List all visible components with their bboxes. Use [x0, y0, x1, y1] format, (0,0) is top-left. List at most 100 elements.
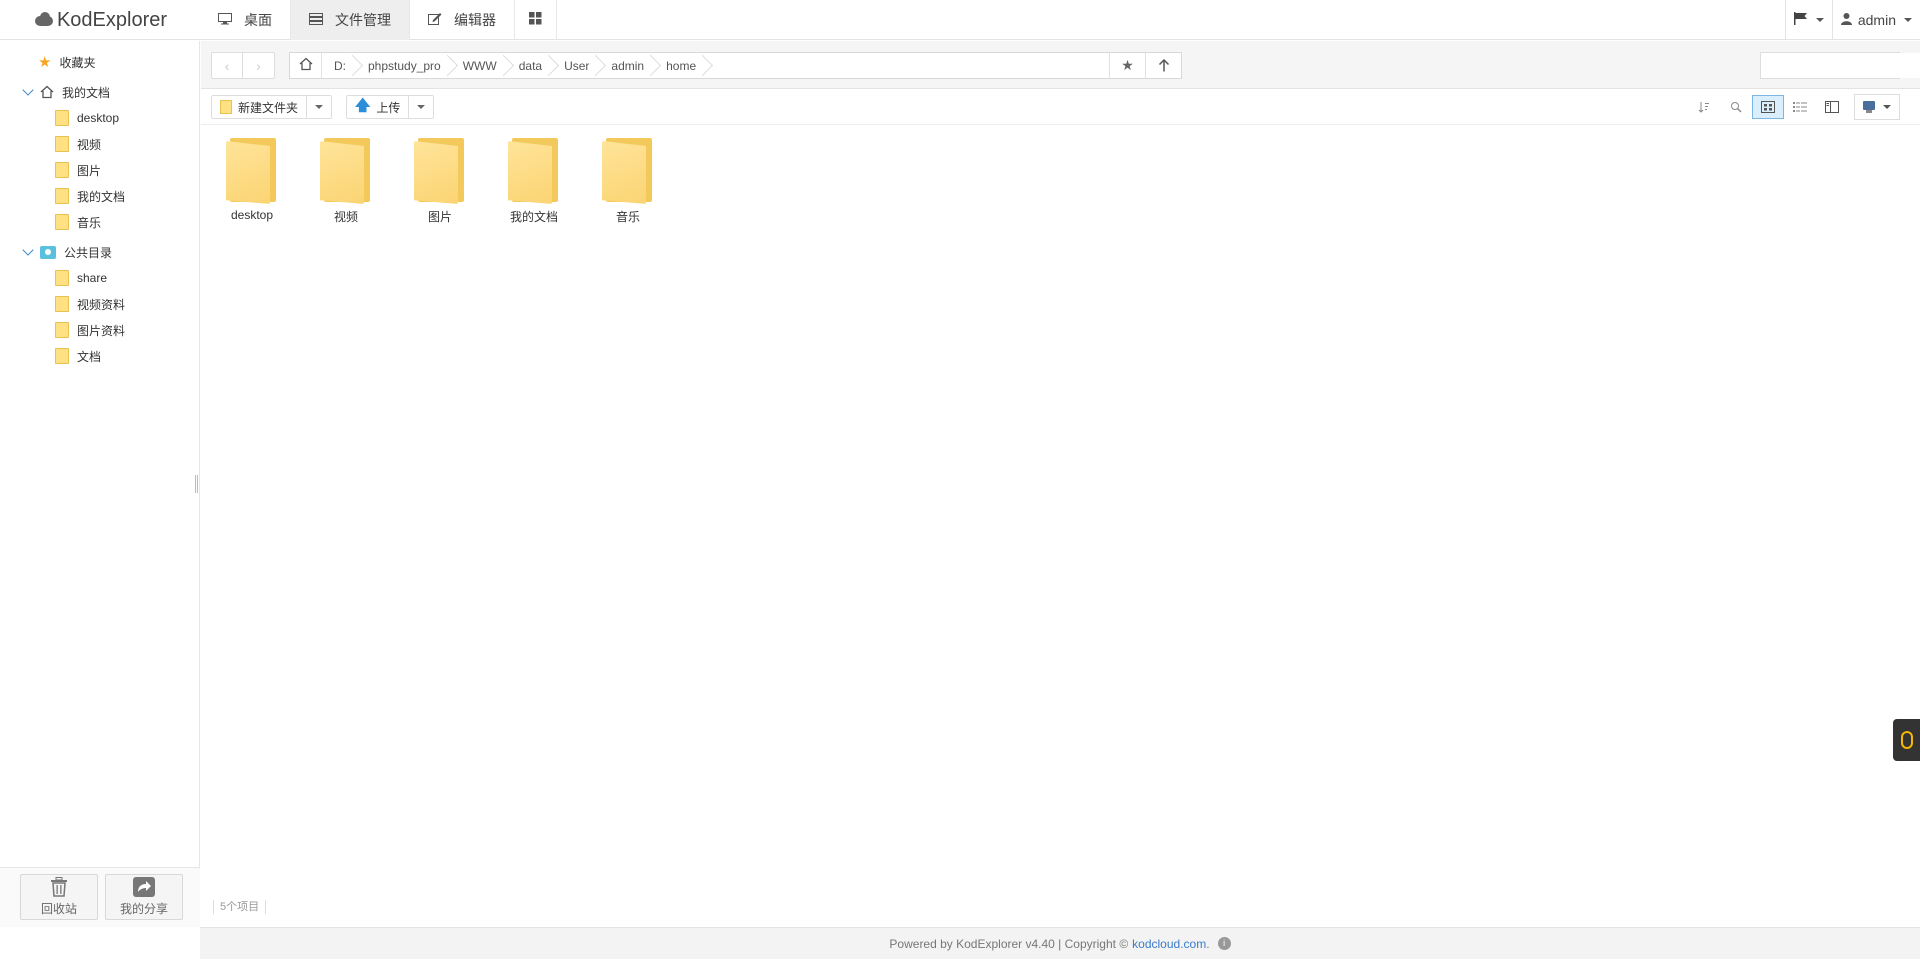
sidebar-item-label: 视频 — [77, 137, 102, 152]
sort-button[interactable] — [1688, 95, 1720, 119]
sidebar-item-video-materials[interactable]: 视频资料 — [55, 291, 125, 317]
file-name: 图片 — [427, 210, 452, 224]
file-name: desktop — [230, 208, 274, 222]
sidebar-item-label: 收藏夹 — [59, 55, 96, 70]
home-button[interactable] — [290, 53, 322, 78]
grid-icon — [529, 12, 542, 28]
file-item-documents[interactable]: 我的文档 — [491, 134, 577, 230]
new-folder-button[interactable]: 新建文件夹 — [212, 96, 308, 118]
icon-view-button[interactable] — [1752, 95, 1784, 119]
home-icon — [40, 85, 54, 99]
public-folder-icon — [40, 245, 56, 259]
sidebar-item-docs[interactable]: 文档 — [55, 343, 101, 369]
theme-button[interactable] — [1855, 95, 1899, 119]
chevron-down-icon[interactable] — [22, 84, 34, 96]
breadcrumb-item[interactable]: home — [654, 53, 706, 78]
address-bar[interactable]: D: phpstudy_pro WWW data User admin home… — [289, 52, 1182, 79]
folder-icon — [414, 138, 466, 204]
sidebar-item-label: 文档 — [77, 349, 102, 364]
nav-file-manager-label: 文件管理 — [335, 12, 391, 28]
sidebar-item-video[interactable]: 视频 — [55, 131, 101, 157]
breadcrumb-item[interactable]: D: — [322, 53, 356, 78]
upload-dropdown[interactable] — [409, 96, 433, 118]
sidebar-item-my-docs[interactable]: 我的文档 — [22, 79, 110, 105]
list-view-button[interactable] — [1784, 95, 1816, 119]
breadcrumb-item[interactable]: User — [552, 53, 599, 78]
theme-icon — [1863, 101, 1875, 113]
footer-text: Powered by KodExplorer v4.40 | Copyright… — [889, 936, 1129, 951]
chevron-down-icon — [315, 105, 324, 109]
up-directory-button[interactable] — [1145, 53, 1181, 78]
monitor-icon — [218, 12, 232, 28]
sidebar-item-desktop[interactable]: desktop — [55, 105, 119, 131]
footer-suffix: . — [1206, 936, 1210, 951]
list-view-icon — [1793, 102, 1807, 112]
forward-button[interactable]: › — [243, 53, 274, 78]
zoom-icon — [1731, 102, 1742, 113]
recycle-bin-button[interactable]: 回收站 — [20, 874, 98, 920]
share-icon — [133, 877, 155, 900]
sidebar-item-public[interactable]: 公共目录 — [22, 239, 112, 265]
folder-icon — [55, 348, 69, 364]
sidebar-item-share[interactable]: share — [55, 265, 107, 291]
sidebar-resize-handle[interactable] — [195, 475, 198, 493]
theme-selector — [1854, 94, 1900, 120]
new-folder-group: 新建文件夹 — [211, 95, 333, 119]
file-item-desktop[interactable]: desktop — [209, 134, 295, 230]
top-right-menu: admin — [1784, 0, 1920, 40]
sidebar-item-favorites[interactable]: ★ 收藏夹 — [38, 49, 95, 75]
nav-editor-label: 编辑器 — [454, 12, 496, 28]
file-item-music[interactable]: 音乐 — [585, 134, 671, 230]
footer-link[interactable]: kodcloud.com — [1132, 937, 1206, 951]
breadcrumb-item[interactable]: WWW — [451, 53, 507, 78]
nav-file-manager[interactable]: 文件管理 — [291, 0, 410, 40]
folder-icon — [55, 162, 69, 178]
star-icon: ★ — [38, 54, 52, 71]
folder-icon — [602, 138, 654, 204]
arrow-up-icon — [1158, 59, 1169, 72]
new-folder-label: 新建文件夹 — [238, 100, 299, 115]
language-menu[interactable] — [1784, 0, 1832, 40]
info-icon[interactable]: i — [1217, 937, 1231, 950]
folder-icon — [55, 110, 69, 126]
sidebar-item-label: 图片 — [77, 163, 102, 178]
breadcrumb-item[interactable]: data — [507, 53, 552, 78]
split-view-button[interactable] — [1816, 95, 1848, 119]
new-folder-dropdown[interactable] — [307, 96, 331, 118]
chevron-down-icon[interactable] — [22, 244, 34, 256]
user-menu[interactable]: admin — [1831, 0, 1920, 40]
top-bar: KodExplorer 桌面 文件管理 编辑器 admin — [0, 0, 1920, 40]
nav-editor[interactable]: 编辑器 — [410, 0, 515, 40]
file-item-video[interactable]: 视频 — [303, 134, 389, 230]
folder-icon — [55, 270, 69, 286]
upload-button[interactable]: 🡅 上传 — [347, 96, 410, 118]
sidebar-item-pictures[interactable]: 图片 — [55, 157, 101, 183]
folder-icon — [220, 100, 232, 114]
sidebar-item-label: 图片资料 — [77, 323, 126, 338]
file-item-pictures[interactable]: 图片 — [397, 134, 483, 230]
sidebar: ★ 收藏夹 我的文档 desktop 视频 图片 我的文档 音乐 公共目录 sh… — [0, 41, 200, 927]
zoom-button[interactable] — [1720, 95, 1752, 119]
side-panel-handle[interactable] — [1893, 719, 1920, 761]
sidebar-item-label: 我的文档 — [77, 189, 126, 204]
address-actions: ★ — [1109, 53, 1181, 78]
trash-icon — [50, 877, 68, 900]
sidebar-item-label: 视频资料 — [77, 297, 126, 312]
breadcrumb-item[interactable]: phpstudy_pro — [356, 53, 451, 78]
favorite-button[interactable]: ★ — [1109, 53, 1145, 78]
search-input[interactable] — [1761, 53, 1920, 78]
logo-text: KodExplorer — [56, 8, 168, 31]
folder-icon — [508, 138, 560, 204]
my-share-button[interactable]: 我的分享 — [105, 874, 183, 920]
split-view-icon — [1825, 101, 1839, 113]
sidebar-item-picture-materials[interactable]: 图片资料 — [55, 317, 125, 343]
nav-desktop[interactable]: 桌面 — [200, 0, 291, 40]
app-logo[interactable]: KodExplorer — [0, 0, 200, 40]
sidebar-item-music[interactable]: 音乐 — [55, 209, 101, 235]
sidebar-item-label: desktop — [77, 111, 120, 125]
sidebar-item-documents[interactable]: 我的文档 — [55, 183, 125, 209]
breadcrumb-item[interactable]: admin — [599, 53, 654, 78]
back-button[interactable]: ‹ — [212, 53, 243, 78]
folder-icon — [55, 188, 69, 204]
nav-apps[interactable] — [515, 0, 557, 40]
